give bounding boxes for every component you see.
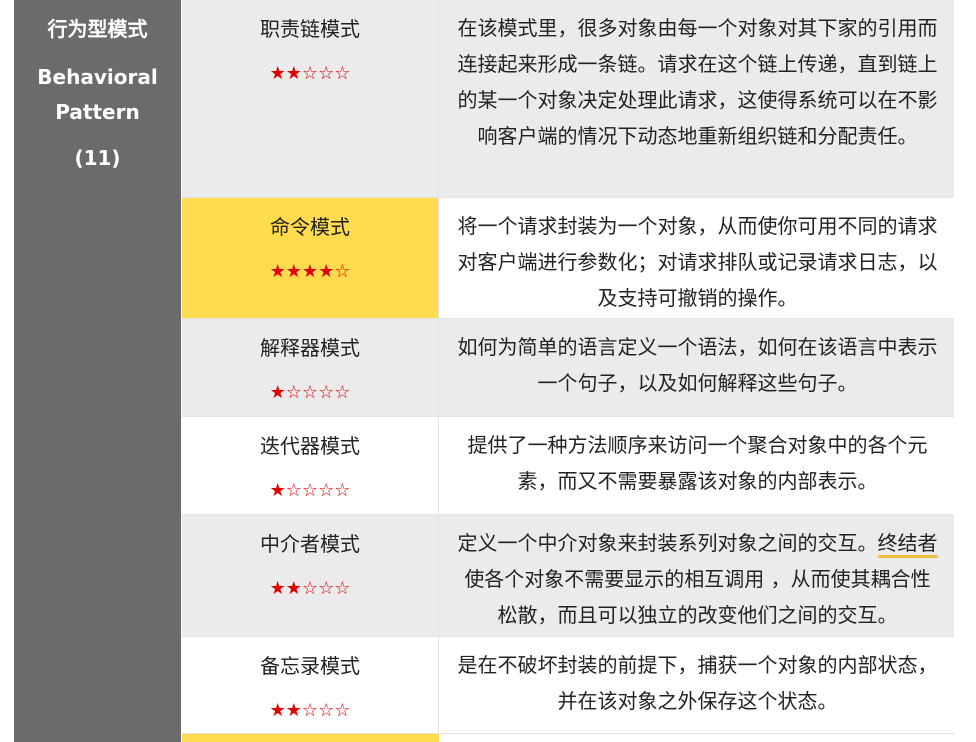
rating-stars: ★☆☆☆☆ [269,382,351,403]
rating-stars: ★★☆☆☆ [269,578,351,599]
pattern-description: 将一个请求封装为一个对象，从而使你可用不同的请求对客户端进行参数化；对请求排队或… [457,214,938,310]
pattern-description: 提供了一种方法顺序来访问一个聚合对象中的各个元素，而又不需要暴露该对象的内部表示… [467,433,928,493]
highlighted-term: 终结者 [877,531,938,558]
pattern-name-cell: 命令模式 ★★★★☆ [182,198,439,318]
rating-stars: ★★★★☆ [269,261,351,282]
pattern-table-page: 行为型模式 Behavioral Pattern (11) 职责链模式 ★★☆☆… [0,0,976,742]
description-part: 使各个对象不需要显示的相互调用 ，从而使其耦合性松散，而且可以独立的改变他们之间… [464,567,931,627]
table-row: 职责链模式 ★★☆☆☆ 在该模式里，很多对象由每一个对象对其下家的引用而连接起来… [182,0,954,198]
rating-stars: ★★☆☆☆ [269,63,351,84]
pattern-name: 迭代器模式 [260,434,360,458]
pattern-name-cell: 职责链模式 ★★☆☆☆ [182,0,439,197]
pattern-description: 在该模式里，很多对象由每一个对象对其下家的引用而连接起来形成一条链。请求在这个链… [457,16,938,148]
pattern-description: 是在不破坏封装的前提下，捕获一个对象的内部状态，并在该对象之外保存这个状态。 [457,653,938,713]
category-title-en: Behavioral Pattern [37,65,158,124]
pattern-description: 如何为简单的语言定义一个语法，如何在该语言中表示一个句子，以及如何解释这些句子。 [457,335,938,395]
table-row: 命令模式 ★★★★☆ 将一个请求封装为一个对象，从而使你可用不同的请求对客户端进… [182,198,954,319]
highlight-bar-bottom [182,734,439,742]
pattern-name: 备忘录模式 [260,654,360,678]
pattern-table: 职责链模式 ★★☆☆☆ 在该模式里，很多对象由每一个对象对其下家的引用而连接起来… [182,0,954,734]
category-title-cn: 行为型模式 [47,17,148,41]
table-row: 解释器模式 ★☆☆☆☆ 如何为简单的语言定义一个语法，如何在该语言中表示一个句子… [182,319,954,417]
pattern-name: 中介者模式 [260,532,360,556]
category-count: (11) [74,146,121,170]
pattern-name-cell: 中介者模式 ★★☆☆☆ [182,515,439,636]
table-row: 中介者模式 ★★☆☆☆ 定义一个中介对象来封装系列对象之间的交互。终结者使各个对… [182,515,954,637]
pattern-name-cell: 备忘录模式 ★★☆☆☆ [182,637,439,733]
rating-stars: ★★☆☆☆ [269,700,351,721]
category-cell: 行为型模式 Behavioral Pattern (11) [14,0,181,742]
pattern-name: 职责链模式 [260,17,360,41]
table-row: 备忘录模式 ★★☆☆☆ 是在不破坏封装的前提下，捕获一个对象的内部状态，并在该对… [182,637,954,734]
pattern-name-cell: 迭代器模式 ★☆☆☆☆ [182,417,439,514]
rating-stars: ★☆☆☆☆ [269,480,351,501]
pattern-description: 定义一个中介对象来封装系列对象之间的交互。终结者使各个对象不需要显示的相互调用 … [439,515,954,636]
table-row: 迭代器模式 ★☆☆☆☆ 提供了一种方法顺序来访问一个聚合对象中的各个元素，而又不… [182,417,954,515]
pattern-name-cell: 解释器模式 ★☆☆☆☆ [182,319,439,416]
pattern-name: 解释器模式 [260,336,360,360]
pattern-name: 命令模式 [270,215,350,239]
description-part: 定义一个中介对象来封装系列对象之间的交互。 [457,531,878,555]
